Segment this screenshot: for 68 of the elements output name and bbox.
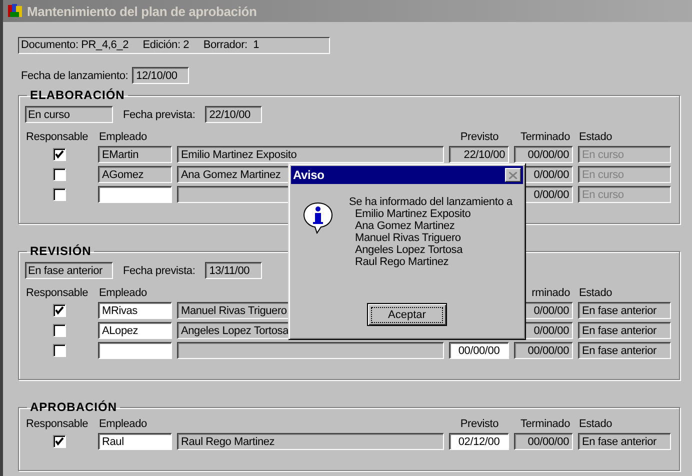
section-title: ELABORACIÓN: [29, 88, 126, 102]
planned-date-field[interactable]: 22/10/00: [449, 146, 509, 163]
column-header: Responsable: [25, 418, 90, 430]
state-field: En curso: [578, 186, 671, 203]
responsible-checkbox[interactable]: [52, 304, 66, 317]
section-title: APROBACIÓN: [29, 400, 118, 414]
section-title: REVISIÓN: [29, 244, 92, 258]
employee-name-field: Raul Rego Martinez: [177, 433, 444, 450]
finished-date-field: 00/00/00: [514, 433, 573, 450]
state-field: En curso: [578, 146, 671, 163]
launch-date-label: Fecha de lanzamiento:: [21, 70, 128, 82]
recipient-name: Emilio Martinez Exposito: [354, 208, 472, 220]
column-header: Empleado: [98, 287, 148, 299]
employee-code-field[interactable]: ALopez: [98, 322, 172, 339]
planned-date-label: Fecha prevista:: [123, 264, 196, 276]
recipient-name: Ana Gomez Martinez: [354, 220, 456, 232]
state-field: En fase anterior: [578, 302, 671, 319]
dialog-title: Aviso: [293, 168, 324, 182]
column-header: Estado: [578, 418, 614, 430]
dialog-message: Se ha informado del lanzamiento a: [349, 196, 512, 208]
column-header: Terminado: [519, 418, 571, 430]
employee-code-field[interactable]: Raul: [98, 433, 172, 450]
column-header: Previsto: [459, 418, 500, 430]
column-header: Responsable: [25, 131, 90, 143]
section-status-field: En curso: [25, 106, 113, 123]
column-header: Responsable: [25, 287, 90, 299]
info-icon: [303, 202, 333, 234]
responsible-checkbox[interactable]: [52, 435, 66, 448]
recipient-name: Manuel Rivas Triguero: [354, 232, 462, 244]
employee-code-field[interactable]: MRivas: [98, 302, 172, 319]
column-header: Previsto: [459, 131, 500, 143]
responsible-checkbox[interactable]: [52, 168, 66, 181]
app-icon: [7, 3, 23, 19]
launch-date-field: 12/10/00: [132, 67, 190, 84]
state-field: En fase anterior: [578, 322, 671, 339]
state-field: En curso: [578, 166, 671, 183]
column-header: Estado: [578, 287, 614, 299]
column-header: rminado: [530, 287, 571, 299]
employee-name-field: Emilio Martinez Exposito: [177, 146, 444, 163]
window-title: Mantenimiento del plan de aprobación: [27, 4, 257, 18]
finished-date-field: 00/00/00: [514, 146, 573, 163]
responsible-checkbox[interactable]: [52, 324, 66, 337]
state-field: En fase anterior: [578, 342, 671, 359]
column-header: Estado: [578, 131, 614, 143]
employee-code-field[interactable]: [98, 186, 172, 203]
section-status-field: En fase anterior: [25, 262, 113, 279]
planned-date-field: 13/11/00: [205, 262, 262, 279]
planned-date-label: Fecha prevista:: [123, 108, 196, 120]
recipient-name: Angeles Lopez Tortosa: [354, 244, 464, 256]
state-field: En fase anterior: [578, 433, 671, 450]
employee-code-field[interactable]: AGomez: [98, 166, 172, 183]
employee-code-field[interactable]: [98, 342, 172, 359]
close-button[interactable]: [505, 168, 521, 182]
planned-date-field: 22/10/00: [205, 106, 262, 123]
column-header: Empleado: [98, 418, 148, 430]
accept-button[interactable]: Aceptar: [367, 303, 447, 326]
column-header: Terminado: [519, 131, 571, 143]
close-icon: [509, 172, 517, 178]
responsible-checkbox[interactable]: [52, 344, 66, 357]
document-info: Documento: PR_4,6_2 Edición: 2 Borrador: 1: [18, 37, 330, 54]
recipient-name: Raul Rego Martinez: [354, 256, 450, 268]
responsible-checkbox[interactable]: [52, 148, 66, 161]
planned-date-field[interactable]: 02/12/00: [449, 433, 509, 450]
finished-date-field: 00/00/00: [514, 342, 573, 359]
responsible-checkbox[interactable]: [52, 188, 66, 201]
employee-code-field[interactable]: EMartin: [98, 146, 172, 163]
column-header: Empleado: [98, 131, 148, 143]
planned-date-field[interactable]: 00/00/00: [449, 342, 509, 359]
